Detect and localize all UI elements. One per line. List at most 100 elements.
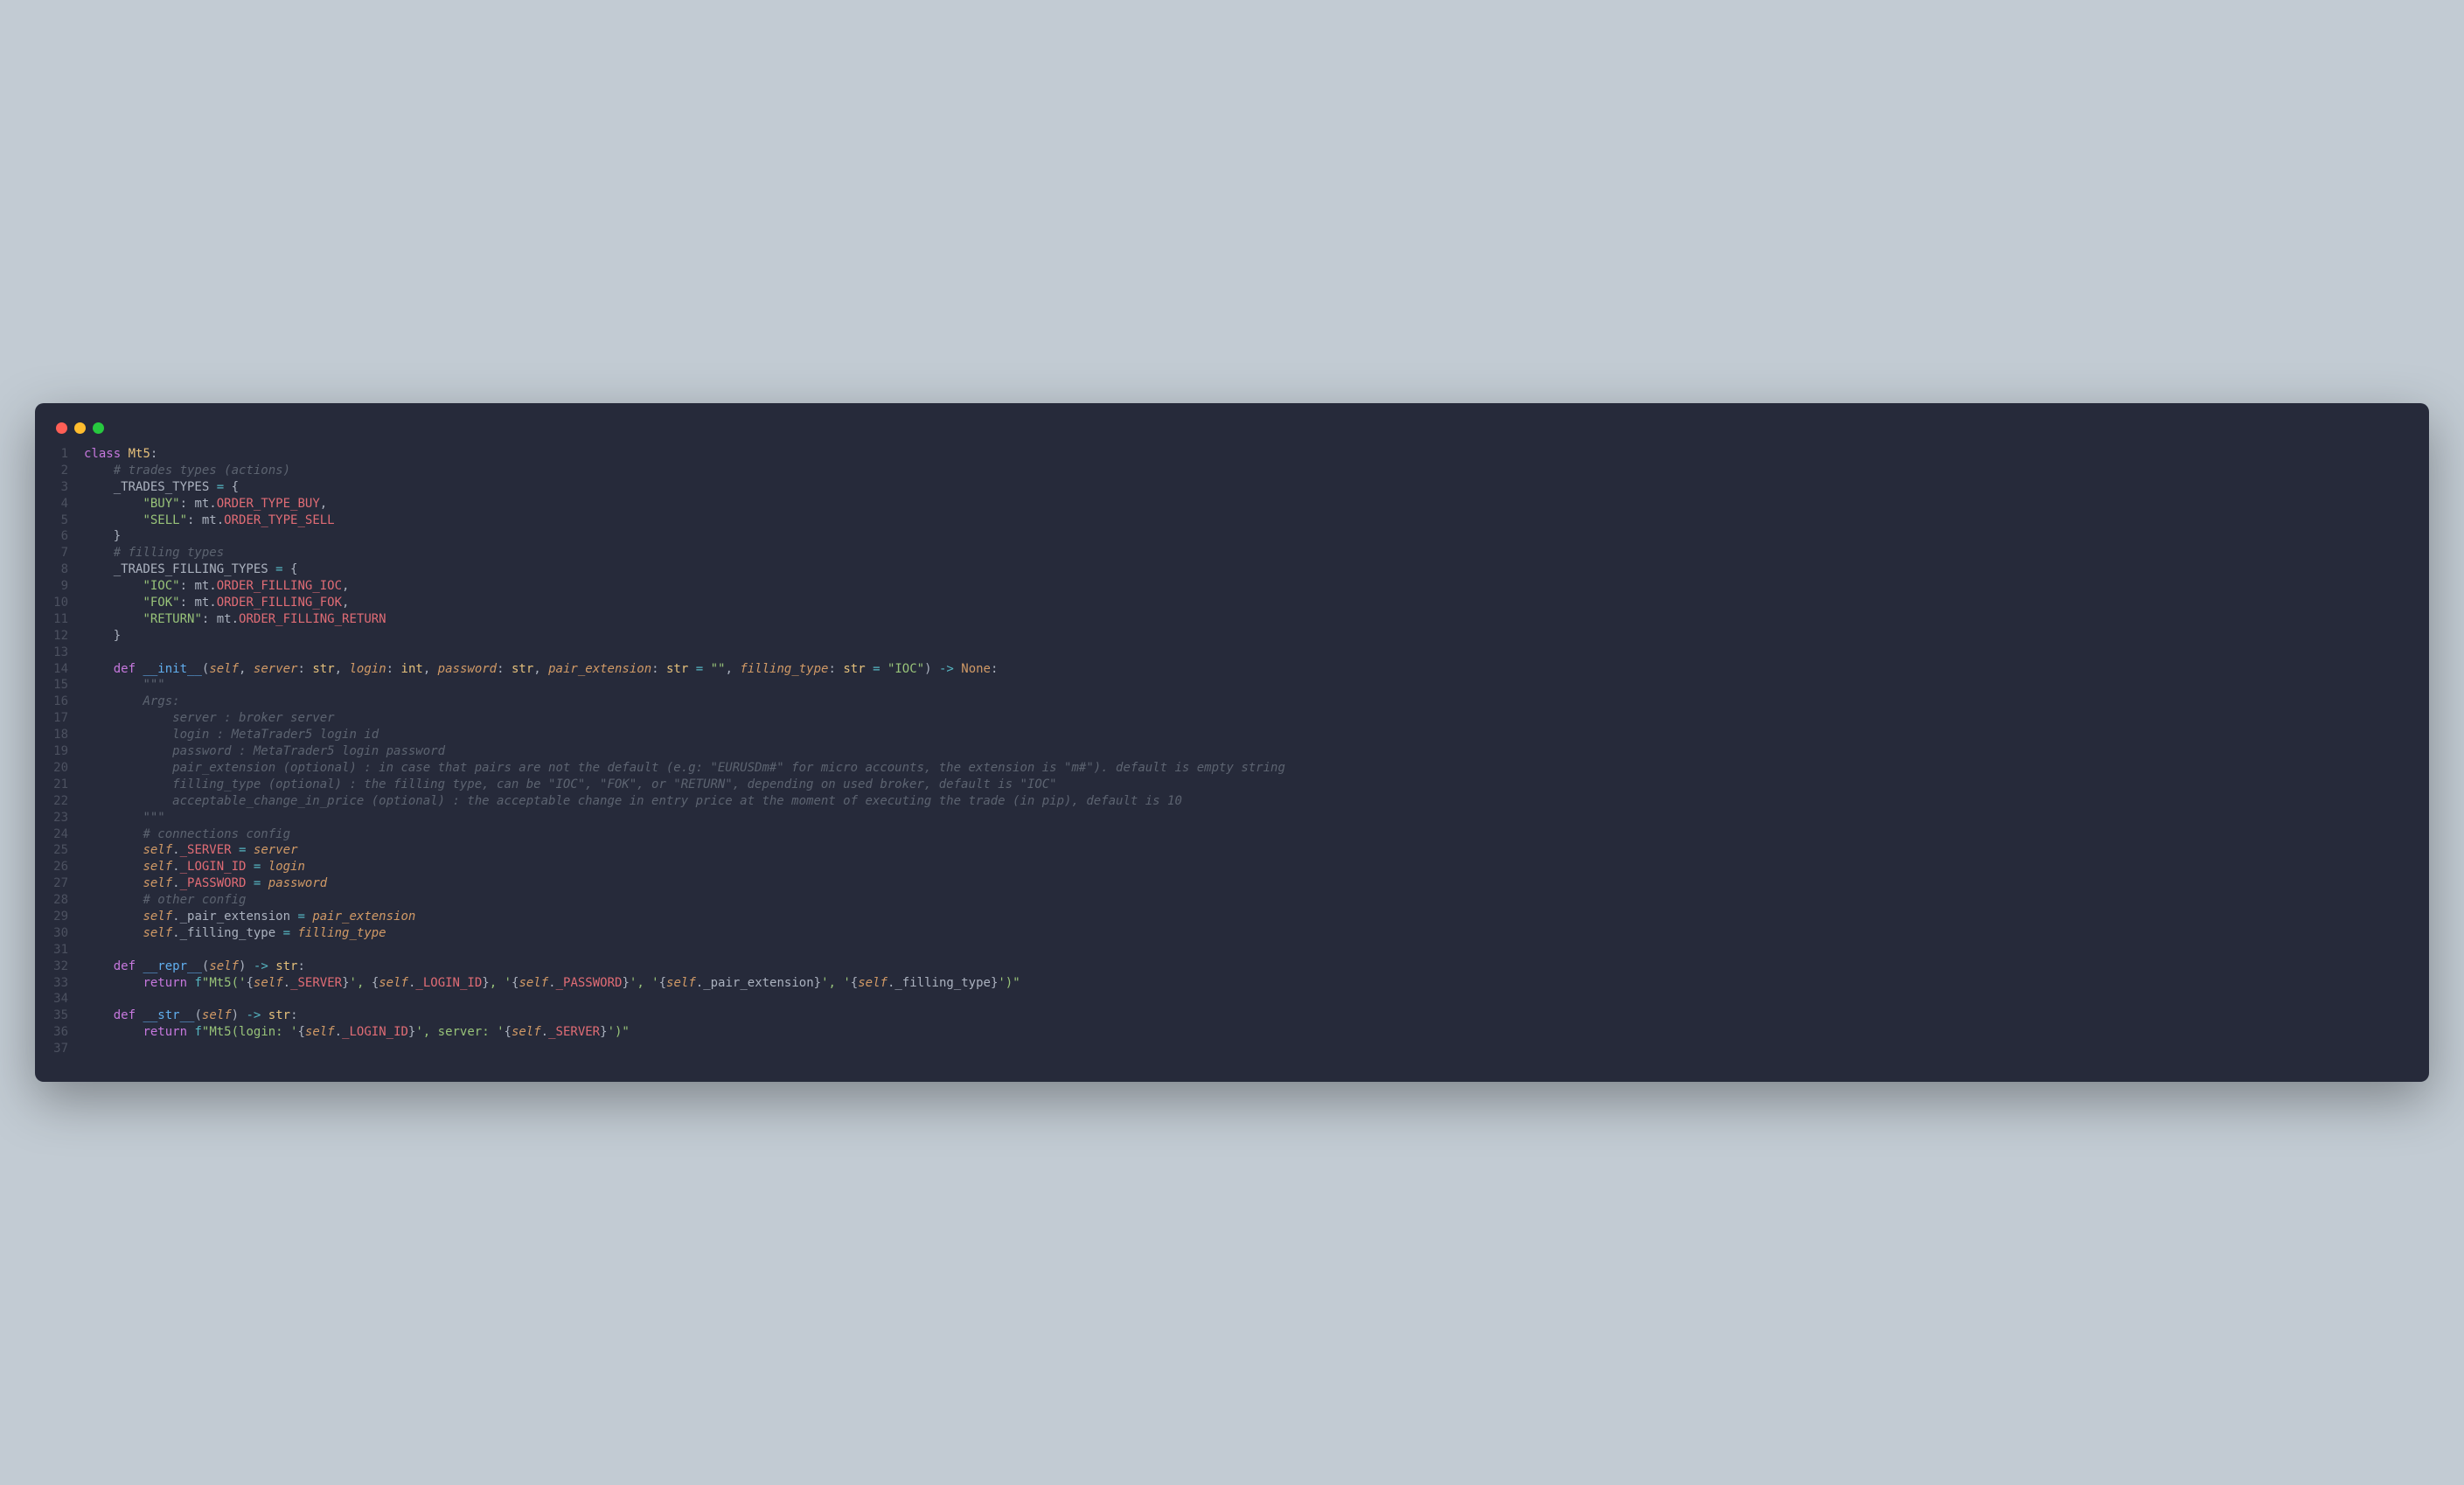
token-prm: self [143,926,172,940]
token-str: "IOC" [143,579,179,593]
token-pun: } [84,629,121,643]
line-number: 1 [51,446,84,463]
code-line: 4 "BUY": mt.ORDER_TYPE_BUY, [51,496,2403,512]
token-prm: login [350,662,386,676]
token-mem: _LOGIN_ID [342,1025,408,1039]
line-content: return f"Mt5('{self._SERVER}', {self._LO… [84,975,1020,992]
token-pun [84,959,114,973]
close-icon[interactable] [56,422,67,434]
code-line: 1class Mt5: [51,446,2403,463]
code-line: 2 # trades types (actions) [51,463,2403,479]
line-number: 20 [51,760,84,777]
line-content: self._SERVER = server [84,842,298,859]
line-content: # connections config [84,826,290,843]
token-str: ')" [608,1025,630,1039]
token-prm: self [143,843,172,857]
token-mem: ORDER_TYPE_BUY [217,497,320,511]
minimize-icon[interactable] [74,422,86,434]
token-pun: : mt. [180,596,217,610]
token-cmt: pair_extension (optional) : in case that… [172,761,1285,775]
token-op: -> [254,959,268,973]
line-number: 9 [51,578,84,595]
line-content: """ [84,677,165,694]
code-line: 7 # filling types [51,545,2403,561]
token-pun [268,959,275,973]
token-cmt: """ [143,811,164,825]
code-line: 22 acceptable_change_in_price (optional)… [51,793,2403,810]
token-prm: self [666,976,696,990]
token-pun: } [482,976,489,990]
token-cmt: filling_type (optional) : the filling ty… [172,777,1056,791]
token-pun [84,794,172,808]
token-mem: ORDER_TYPE_SELL [224,513,334,527]
code-line: 32 def __repr__(self) -> str: [51,959,2403,975]
token-mem: _SERVER [548,1025,600,1039]
zoom-icon[interactable] [93,422,104,434]
token-pun: { [283,562,298,576]
token-op: = [297,910,304,924]
token-str: ', ' [821,976,851,990]
code-line: 36 return f"Mt5(login: '{self._LOGIN_ID}… [51,1024,2403,1041]
token-pun: , [335,662,350,676]
token-pun [261,860,268,874]
line-content: } [84,528,121,545]
window-titlebar [51,419,2403,446]
token-prm: self [143,860,172,874]
token-prm: self [209,662,239,676]
token-cmt: """ [143,678,164,692]
code-line: 19 password : MetaTrader5 login password [51,743,2403,760]
token-cmt: # trades types (actions) [114,464,290,478]
token-pun: : mt. [202,612,239,626]
token-pun: : [290,1008,297,1022]
code-line: 21 filling_type (optional) : the filling… [51,777,2403,793]
token-kw: def [114,959,136,973]
token-pun: . [172,860,179,874]
code-line: 24 # connections config [51,826,2403,843]
token-const: None [961,662,991,676]
line-number: 29 [51,909,84,925]
token-str: ', server: ' [415,1025,504,1039]
line-content: pair_extension (optional) : in case that… [84,760,1285,777]
token-prm: self [254,976,283,990]
code-area[interactable]: 1class Mt5:2 # trades types (actions)3 _… [51,446,2403,1057]
token-pun: , [320,497,327,511]
token-str: "RETURN" [143,612,201,626]
token-pun [246,843,253,857]
code-line: 28 # other config [51,892,2403,909]
line-number: 7 [51,545,84,561]
token-pun: { [505,1025,512,1039]
code-line: 6 } [51,528,2403,545]
token-cls: str [268,1008,290,1022]
line-content: def __init__(self, server: str, login: i… [84,661,998,678]
token-pun: : mt. [180,579,217,593]
token-pun: ) [924,662,939,676]
line-content: self._LOGIN_ID = login [84,859,305,875]
token-mem: ORDER_FILLING_IOC [217,579,342,593]
token-cmt: # connections config [143,827,290,841]
code-line: 16 Args: [51,694,2403,710]
token-cls: int [401,662,423,676]
token-pun: : [386,662,401,676]
token-pun [954,662,961,676]
code-line: 13 [51,645,2403,661]
line-number: 35 [51,1007,84,1024]
line-number: 6 [51,528,84,545]
code-line: 27 self._PASSWORD = password [51,875,2403,892]
token-pun: { [372,976,379,990]
token-pun [84,777,172,791]
code-line: 14 def __init__(self, server: str, login… [51,661,2403,678]
line-number: 10 [51,595,84,611]
code-line: 31 [51,942,2403,959]
line-content: # other config [84,892,246,909]
token-kw: return [143,976,187,990]
token-str: "SELL" [143,513,187,527]
token-prm: self [143,876,172,890]
line-content: "FOK": mt.ORDER_FILLING_FOK, [84,595,349,611]
token-prm: self [858,976,887,990]
line-number: 8 [51,561,84,578]
token-pun [232,843,239,857]
line-number: 33 [51,975,84,992]
token-cmt: # filling types [114,546,224,560]
line-number: 11 [51,611,84,628]
line-number: 4 [51,496,84,512]
